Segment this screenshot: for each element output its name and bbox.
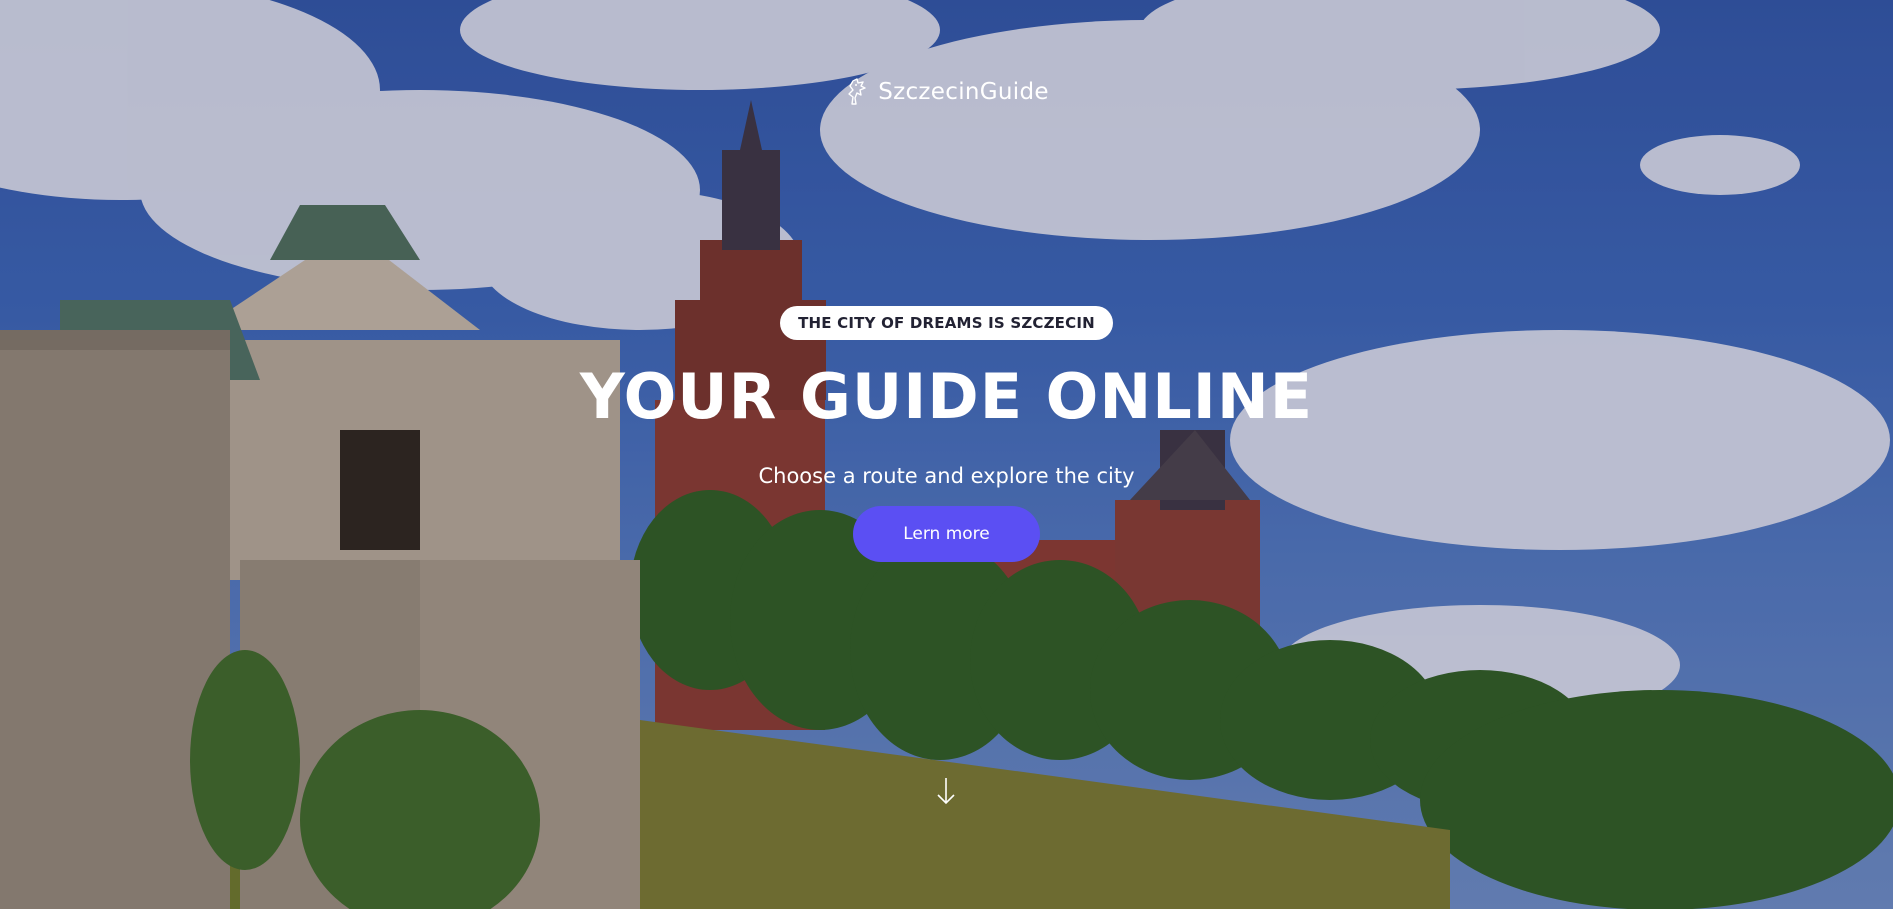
hero-content: THE CITY OF DREAMS IS SZCZECIN YOUR GUID… <box>0 306 1893 562</box>
tagline-badge: THE CITY OF DREAMS IS SZCZECIN <box>780 306 1113 340</box>
arrow-down-icon[interactable] <box>934 776 958 806</box>
learn-more-button[interactable]: Lern more <box>853 506 1040 562</box>
hero-section: SzczecinGuide THE CITY OF DREAMS IS SZCZ… <box>0 0 1893 909</box>
hero-headline: YOUR GUIDE ONLINE <box>579 360 1314 433</box>
site-logo-text: SzczecinGuide <box>878 79 1049 105</box>
griffin-logo-icon <box>844 78 870 106</box>
site-logo[interactable]: SzczecinGuide <box>0 78 1893 106</box>
hero-subheadline: Choose a route and explore the city <box>758 464 1135 488</box>
